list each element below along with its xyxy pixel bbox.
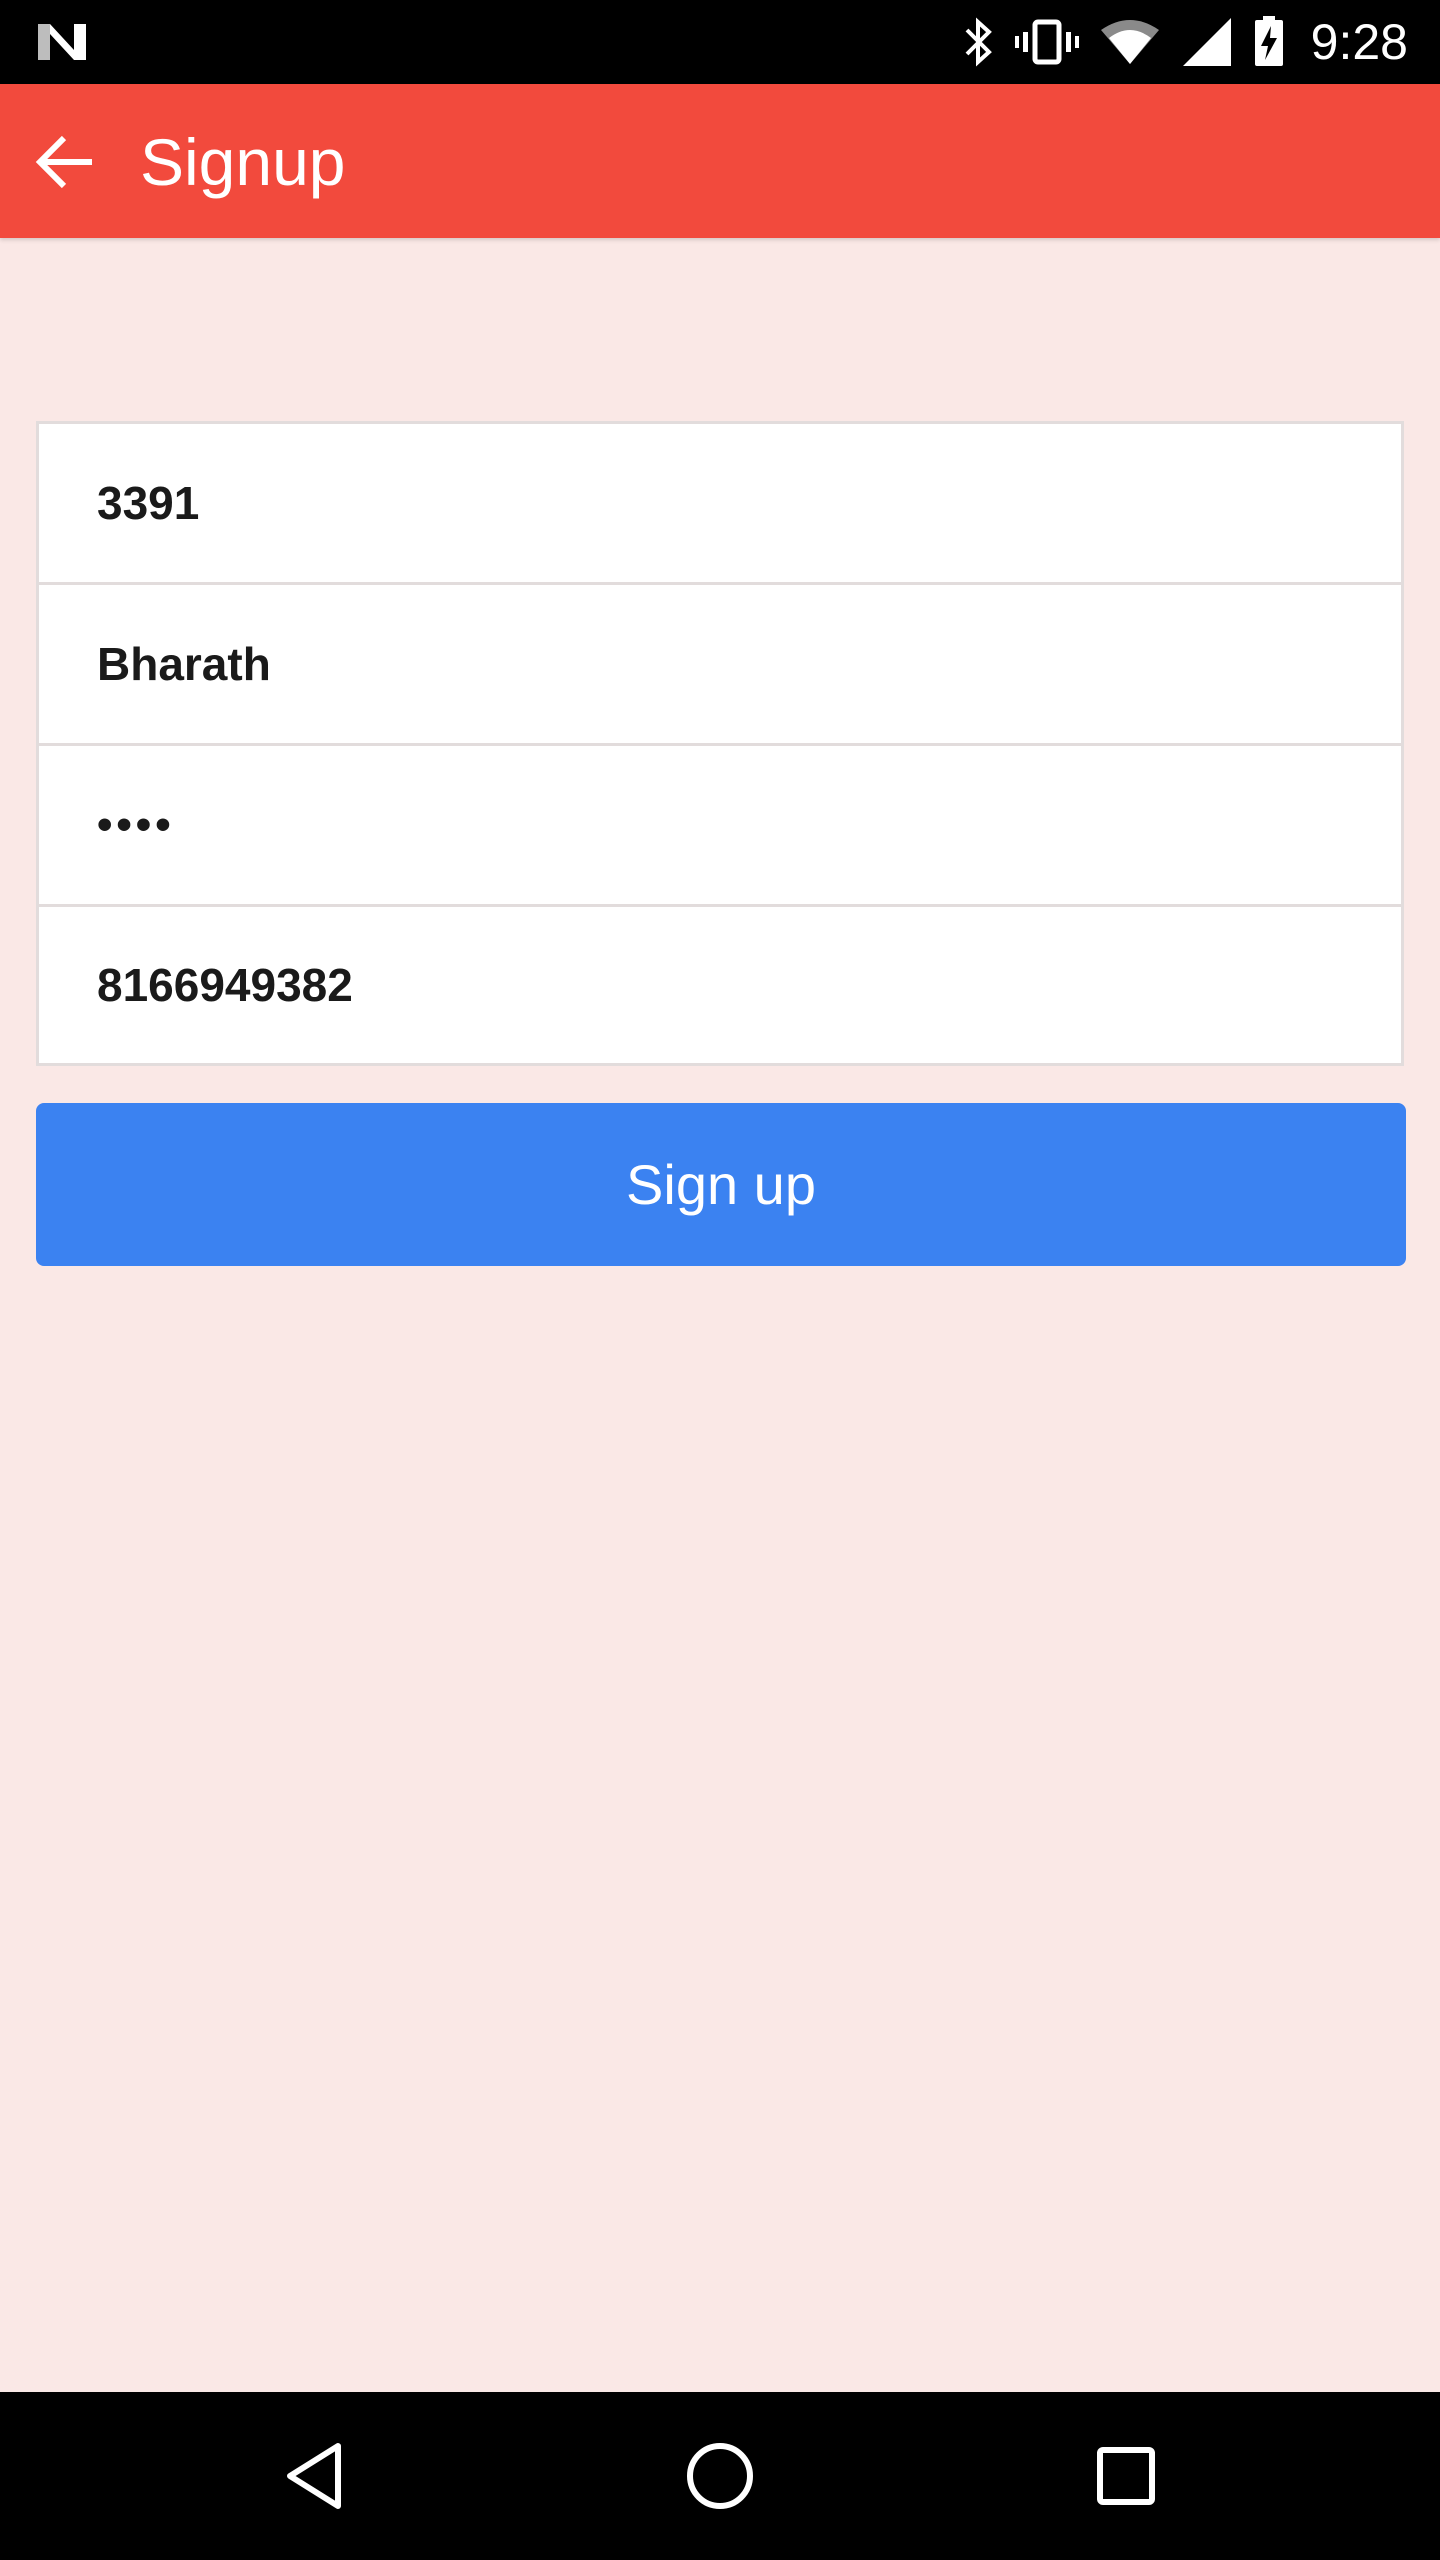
bluetooth-icon [961,16,995,68]
page-title: Signup [140,125,346,199]
vibrate-icon [1014,16,1079,68]
signup-form: 3391 Bharath •••• 8166949382 [36,421,1404,1066]
home-circle-icon [687,2443,753,2509]
status-bar: 9:28 [0,0,1440,84]
app-bar: Signup [0,84,1440,238]
password-field[interactable]: •••• [39,746,1401,907]
status-time: 9:28 [1310,14,1408,70]
phone-field[interactable]: 8166949382 [39,907,1401,1063]
id-field[interactable]: 3391 [39,424,1401,585]
signup-button[interactable]: Sign up [36,1103,1406,1266]
wifi-icon [1099,16,1161,68]
arrow-back-icon [35,135,92,189]
phone-field-value: 8166949382 [97,959,353,1011]
recents-square-icon [1097,2447,1155,2505]
nav-home-button[interactable] [672,2428,768,2524]
back-button[interactable] [18,114,114,210]
username-field-value: Bharath [97,638,271,690]
nav-back-button[interactable] [266,2428,362,2524]
back-triangle-icon [287,2443,341,2509]
n-logo-icon [38,24,86,60]
cell-signal-icon [1181,16,1233,68]
navigation-bar [0,2392,1440,2560]
nav-recents-button[interactable] [1078,2428,1174,2524]
password-field-value: •••• [97,800,175,849]
username-field[interactable]: Bharath [39,585,1401,746]
id-field-value: 3391 [97,477,200,529]
status-icons: 9:28 [941,0,1408,84]
battery-charging-icon [1253,16,1285,68]
